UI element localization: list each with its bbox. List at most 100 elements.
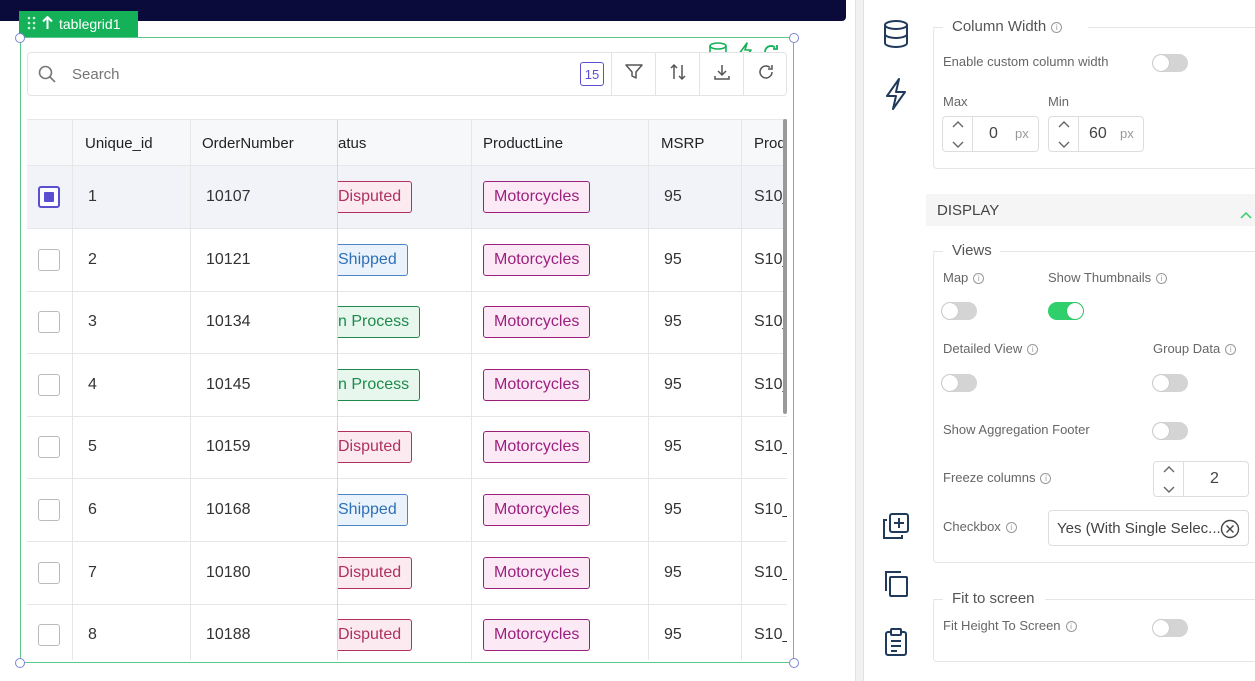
cell-msrp[interactable]: 95 (664, 416, 682, 478)
info-icon[interactable]: i (1065, 621, 1077, 633)
filter-button[interactable] (611, 53, 655, 95)
column-header[interactable]: Unique_id (85, 120, 153, 166)
cell-msrp[interactable]: 95 (664, 291, 682, 353)
refresh-button[interactable] (743, 53, 787, 95)
freeze-columns-stepper[interactable]: 2 (1153, 461, 1249, 497)
cell-product-code[interactable]: S10_ (754, 479, 787, 541)
freeze-columns-value[interactable]: 2 (1210, 470, 1219, 488)
checkbox-mode-select[interactable]: Yes (With Single Selec... (1048, 510, 1249, 546)
search-input[interactable] (72, 53, 572, 95)
product-line-badge[interactable]: Motorcycles (483, 243, 591, 276)
info-icon[interactable]: i (1040, 473, 1052, 485)
row-checkbox[interactable] (38, 624, 60, 647)
product-line-badge[interactable]: Motorcycles (483, 431, 591, 464)
resize-handle[interactable] (789, 33, 799, 43)
table-row[interactable]: 7 10180 Disputed Motorcycles 95 S10_ (27, 542, 787, 605)
cell-unique-id[interactable]: 8 (88, 604, 97, 660)
drag-handle-icon[interactable] (27, 16, 36, 33)
aggregation-footer-toggle[interactable] (1152, 422, 1188, 440)
cell-unique-id[interactable]: 5 (88, 416, 97, 478)
info-icon[interactable]: i (1156, 273, 1168, 285)
cell-unique-id[interactable]: 2 (88, 229, 97, 291)
show-thumbnails-toggle[interactable] (1048, 302, 1084, 320)
info-icon[interactable]: i (1005, 522, 1017, 534)
max-width-stepper[interactable]: 0 px (942, 116, 1039, 152)
widget-name-tag[interactable]: tablegrid1 (19, 11, 138, 37)
table-row[interactable]: 410145n ProcessMotorcycles95S10_ (27, 354, 787, 417)
chevron-up-icon[interactable] (1058, 115, 1070, 133)
cell-msrp[interactable]: 95 (664, 542, 682, 604)
table-row[interactable]: 110107DisputedMotorcycles95S10_ (27, 166, 787, 229)
cell-order-number[interactable]: 10159 (206, 416, 251, 478)
copy-icon[interactable] (880, 568, 912, 600)
download-button[interactable] (699, 53, 743, 95)
max-width-value[interactable]: 0 (989, 125, 998, 143)
resize-handle[interactable] (15, 33, 25, 43)
row-checkbox[interactable] (38, 373, 60, 396)
clear-icon[interactable] (1220, 519, 1240, 544)
status-badge[interactable]: n Process (338, 306, 421, 339)
product-line-badge[interactable]: Motorcycles (483, 494, 591, 526)
status-badge[interactable]: Disputed (338, 431, 413, 464)
row-checkbox[interactable] (38, 561, 60, 584)
table-scrollbar[interactable] (783, 119, 787, 414)
chevron-down-icon[interactable] (952, 135, 964, 153)
row-checkbox[interactable] (38, 186, 60, 208)
status-badge[interactable]: n Process (338, 368, 421, 401)
cell-product-code[interactable]: S10_ (754, 604, 787, 660)
table-row[interactable]: 210121ShippedMotorcycles95S10_ (27, 229, 787, 292)
chevron-up-icon[interactable] (1163, 460, 1175, 478)
product-line-badge[interactable]: Motorcycles (483, 368, 591, 401)
display-section-header[interactable]: DISPLAY (926, 194, 1255, 226)
cell-product-code[interactable]: S10_ (754, 416, 787, 478)
column-header[interactable]: Prod (754, 120, 786, 166)
cell-msrp[interactable]: 95 (664, 354, 682, 416)
fit-height-toggle[interactable] (1152, 619, 1188, 637)
lightning-icon[interactable] (880, 78, 912, 110)
cell-order-number[interactable]: 10121 (206, 229, 251, 291)
status-badge[interactable]: Disputed (338, 181, 413, 213)
status-badge[interactable]: Disputed (338, 556, 413, 589)
cell-order-number[interactable]: 10134 (206, 291, 251, 353)
add-page-icon[interactable] (880, 510, 912, 542)
chevron-down-icon[interactable] (1058, 135, 1070, 153)
resize-handle[interactable] (789, 658, 799, 668)
column-header[interactable]: OrderNumber (202, 120, 294, 166)
cell-order-number[interactable]: 10188 (206, 604, 251, 660)
info-icon[interactable]: i (1051, 21, 1063, 33)
detailed-view-toggle[interactable] (941, 374, 977, 392)
cell-unique-id[interactable]: 3 (88, 291, 97, 353)
row-checkbox[interactable] (38, 248, 60, 271)
column-header[interactable]: ProductLine (483, 120, 563, 166)
sort-button[interactable] (655, 53, 699, 95)
cell-order-number[interactable]: 10145 (206, 354, 251, 416)
cell-unique-id[interactable]: 6 (88, 479, 97, 541)
min-width-stepper[interactable]: 60 px (1048, 116, 1144, 152)
resize-handle[interactable] (15, 658, 25, 668)
info-icon[interactable]: i (1225, 344, 1237, 356)
cell-msrp[interactable]: 95 (664, 166, 682, 228)
column-header[interactable]: atus (338, 120, 366, 166)
chevron-up-icon[interactable] (952, 115, 964, 133)
database-icon[interactable] (880, 18, 912, 50)
column-header[interactable]: MSRP (661, 120, 704, 166)
custom-width-toggle[interactable] (1152, 54, 1188, 72)
clipboard-icon[interactable] (880, 626, 912, 658)
table-row[interactable]: 5 10159 Disputed Motorcycles 95 S10_ (27, 416, 787, 480)
stepper-arrows[interactable] (1049, 117, 1079, 151)
product-line-badge[interactable]: Motorcycles (483, 556, 591, 589)
chevron-down-icon[interactable] (1163, 480, 1175, 498)
status-badge[interactable]: Shipped (338, 243, 408, 276)
group-data-toggle[interactable] (1152, 374, 1188, 392)
row-checkbox[interactable] (38, 436, 60, 459)
cell-msrp[interactable]: 95 (664, 604, 682, 660)
table-row[interactable]: 8 10188 Disputed Motorcycles 95 S10_ (27, 604, 787, 660)
cell-msrp[interactable]: 95 (664, 229, 682, 291)
info-icon[interactable]: i (1027, 344, 1039, 356)
stepper-arrows[interactable] (943, 117, 973, 151)
status-badge[interactable]: Shipped (338, 494, 408, 526)
product-line-badge[interactable]: Motorcycles (483, 181, 591, 213)
map-toggle[interactable] (941, 302, 977, 320)
chevron-up-icon[interactable] (1240, 206, 1252, 223)
cell-unique-id[interactable]: 4 (88, 354, 97, 416)
